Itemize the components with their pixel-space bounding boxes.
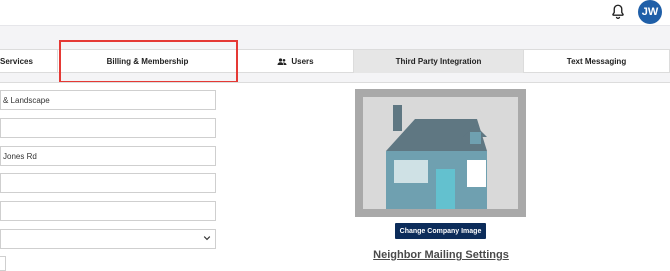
state-select[interactable] [0, 229, 216, 249]
tab-third-party-integration[interactable]: Third Party Integration [354, 50, 524, 73]
account-settings-page: JW Services Billing & Membership Users T… [0, 0, 670, 271]
chevron-down-icon [203, 236, 211, 241]
users-icon [277, 57, 287, 65]
settings-tabs: Services Billing & Membership Users Thir… [0, 49, 670, 73]
zip-field[interactable] [0, 201, 216, 221]
address-field-2[interactable]: Jones Rd [0, 146, 216, 166]
tab-users-label: Users [291, 57, 314, 66]
house-icon [386, 105, 487, 211]
tab-third-party-label: Third Party Integration [395, 57, 482, 66]
tab-services-label: Services [0, 57, 33, 66]
company-name-value: & Landscape [3, 95, 50, 105]
address-2-value: Jones Rd [3, 151, 37, 161]
tab-services[interactable]: Services [0, 50, 58, 73]
change-company-image-button[interactable]: Change Company Image [395, 223, 486, 239]
partial-field[interactable] [0, 256, 6, 271]
top-header: JW [0, 0, 670, 26]
user-avatar[interactable]: JW [638, 0, 662, 24]
neighbor-mailing-settings-link[interactable]: Neighbor Mailing Settings [330, 249, 552, 261]
bell-icon[interactable] [609, 3, 627, 21]
tab-users[interactable]: Users [238, 50, 354, 73]
company-image [355, 89, 526, 217]
address-field-1[interactable] [0, 118, 216, 138]
company-name-field[interactable]: & Landscape [0, 90, 216, 110]
tab-billing-membership[interactable]: Billing & Membership [58, 50, 238, 73]
company-image-placeholder [363, 97, 518, 211]
tab-text-messaging-label: Text Messaging [566, 57, 627, 66]
tab-billing-label: Billing & Membership [106, 57, 189, 66]
tab-text-messaging[interactable]: Text Messaging [524, 50, 670, 73]
city-field[interactable] [0, 173, 216, 193]
